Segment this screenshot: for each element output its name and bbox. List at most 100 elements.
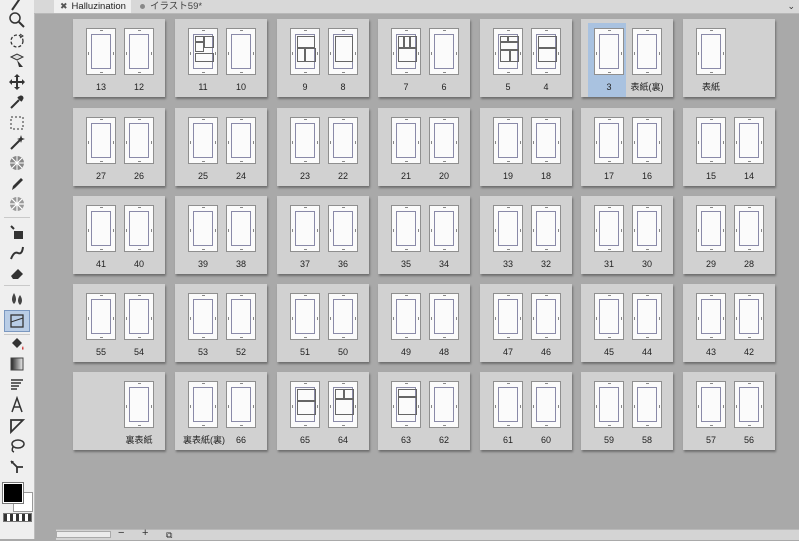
page-thumbnail[interactable] bbox=[429, 117, 459, 164]
eraser-icon[interactable] bbox=[5, 263, 29, 283]
page-spread[interactable]: 65 64 bbox=[277, 372, 369, 450]
page-thumbnail[interactable] bbox=[696, 117, 726, 164]
page-thumbnail[interactable] bbox=[86, 117, 116, 164]
page-thumbnail[interactable] bbox=[493, 205, 523, 252]
page-spread[interactable]: 23 22 bbox=[277, 108, 369, 186]
magic-wand-icon[interactable] bbox=[5, 133, 29, 153]
page-spread[interactable]: 55 54 bbox=[73, 284, 165, 362]
lasso-icon[interactable] bbox=[5, 436, 29, 456]
page-thumbnail[interactable] bbox=[188, 293, 218, 340]
page-spread[interactable]: 53 52 bbox=[175, 284, 267, 362]
pen-icon[interactable] bbox=[5, 0, 29, 11]
page-thumbnail[interactable] bbox=[429, 293, 459, 340]
page-thumbnail[interactable] bbox=[632, 117, 662, 164]
page-spread[interactable]: 54 bbox=[480, 19, 572, 97]
page-thumbnail[interactable] bbox=[594, 293, 624, 340]
chevron-down-icon[interactable]: ⌄ bbox=[787, 0, 795, 13]
page-spread[interactable]: 13 12 bbox=[73, 19, 165, 97]
page-spread[interactable]: 35 34 bbox=[378, 196, 470, 274]
page-thumbnail[interactable] bbox=[493, 381, 523, 428]
fill-bucket-icon[interactable] bbox=[5, 334, 29, 354]
page-spread[interactable]: 19 18 bbox=[480, 108, 572, 186]
page-thumbnail[interactable] bbox=[594, 205, 624, 252]
page-thumbnail[interactable] bbox=[290, 117, 320, 164]
tab-illust59[interactable]: イラスト59* bbox=[134, 0, 234, 13]
page-spread[interactable]: 45 44 bbox=[581, 284, 673, 362]
page-spread[interactable]: 15 14 bbox=[683, 108, 775, 186]
page-spread[interactable]: 98 bbox=[277, 19, 369, 97]
page-thumbnail[interactable] bbox=[493, 28, 523, 75]
zoom-in-button[interactable]: + bbox=[142, 527, 148, 539]
ruler-icon[interactable] bbox=[5, 416, 29, 436]
pen-tool-icon[interactable] bbox=[5, 174, 29, 194]
move-icon[interactable] bbox=[5, 72, 29, 92]
page-spread[interactable]: 49 48 bbox=[378, 284, 470, 362]
transparent-color-swatch[interactable] bbox=[3, 513, 32, 522]
page-thumbnail[interactable] bbox=[124, 293, 154, 340]
page-thumbnail[interactable] bbox=[429, 28, 459, 75]
page-spread[interactable]: 59 58 bbox=[581, 372, 673, 450]
page-spread[interactable]: 21 20 bbox=[378, 108, 470, 186]
page-spread[interactable]: 3 表紙(裏) bbox=[581, 19, 673, 97]
page-spread[interactable]: 31 30 bbox=[581, 196, 673, 274]
page-thumbnail[interactable] bbox=[696, 205, 726, 252]
page-spread[interactable]: 51 50 bbox=[277, 284, 369, 362]
page-spread[interactable]: 47 46 bbox=[480, 284, 572, 362]
object-select-icon[interactable] bbox=[5, 51, 29, 71]
page-thumbnail[interactable] bbox=[734, 381, 764, 428]
page-thumbnail[interactable] bbox=[531, 293, 561, 340]
blend-icon[interactable] bbox=[5, 243, 29, 263]
page-spread[interactable]: 37 36 bbox=[277, 196, 369, 274]
page-thumbnail[interactable] bbox=[328, 293, 358, 340]
rotate-icon[interactable] bbox=[5, 31, 29, 51]
page-thumbnail[interactable] bbox=[328, 381, 358, 428]
page-thumbnail[interactable] bbox=[188, 28, 218, 75]
airbrush-icon[interactable] bbox=[5, 194, 29, 214]
page-spread[interactable]: 裏表紙(裏) 66 bbox=[175, 372, 267, 450]
page-thumbnail[interactable] bbox=[429, 381, 459, 428]
page-thumbnail[interactable] bbox=[594, 381, 624, 428]
page-thumbnail[interactable] bbox=[594, 117, 624, 164]
page-spread[interactable]: 41 40 bbox=[73, 196, 165, 274]
page-thumbnail[interactable] bbox=[86, 28, 116, 75]
page-spread[interactable]: 33 32 bbox=[480, 196, 572, 274]
page-thumbnail[interactable] bbox=[493, 293, 523, 340]
page-thumbnail[interactable] bbox=[531, 117, 561, 164]
page-spread[interactable]: 57 56 bbox=[683, 372, 775, 450]
page-thumbnail[interactable] bbox=[429, 205, 459, 252]
page-thumbnail[interactable] bbox=[696, 293, 726, 340]
tab-halluzination[interactable]: ✖ Halluzination bbox=[54, 0, 131, 13]
page-spread[interactable]: 裏表紙 bbox=[73, 372, 165, 450]
page-thumbnail[interactable] bbox=[124, 205, 154, 252]
page-thumbnail[interactable] bbox=[290, 28, 320, 75]
page-thumbnail[interactable] bbox=[734, 205, 764, 252]
close-icon[interactable]: ✖ bbox=[60, 0, 68, 13]
page-spread[interactable]: 11 10 bbox=[175, 19, 267, 97]
correct-line-icon[interactable] bbox=[5, 457, 29, 477]
balloon-icon[interactable] bbox=[5, 375, 29, 395]
page-spread[interactable]: 27 26 bbox=[73, 108, 165, 186]
page-thumbnail[interactable] bbox=[632, 28, 662, 75]
page-thumbnail[interactable] bbox=[124, 28, 154, 75]
rect-select-icon[interactable] bbox=[5, 113, 29, 133]
page-thumbnail[interactable] bbox=[632, 381, 662, 428]
page-thumbnail[interactable] bbox=[391, 117, 421, 164]
fill-icon[interactable] bbox=[5, 222, 29, 242]
frame-border-icon[interactable] bbox=[4, 310, 30, 332]
page-thumbnail[interactable] bbox=[86, 205, 116, 252]
zoom-slider[interactable] bbox=[56, 531, 111, 538]
page-thumbnail[interactable] bbox=[391, 293, 421, 340]
zoom-icon[interactable] bbox=[5, 10, 29, 30]
zoom-out-button[interactable]: − bbox=[118, 527, 124, 539]
page-thumbnail[interactable] bbox=[188, 117, 218, 164]
page-spread[interactable]: 表紙 bbox=[683, 19, 775, 97]
page-thumbnail[interactable] bbox=[226, 28, 256, 75]
page-thumbnail[interactable] bbox=[734, 293, 764, 340]
eyedropper-icon[interactable] bbox=[5, 92, 29, 112]
page-spread[interactable]: 29 28 bbox=[683, 196, 775, 274]
page-thumbnail[interactable] bbox=[531, 205, 561, 252]
page-thumbnail[interactable] bbox=[391, 205, 421, 252]
page-thumbnail[interactable] bbox=[328, 28, 358, 75]
page-thumbnail[interactable] bbox=[188, 205, 218, 252]
page-thumbnail[interactable] bbox=[594, 28, 624, 75]
